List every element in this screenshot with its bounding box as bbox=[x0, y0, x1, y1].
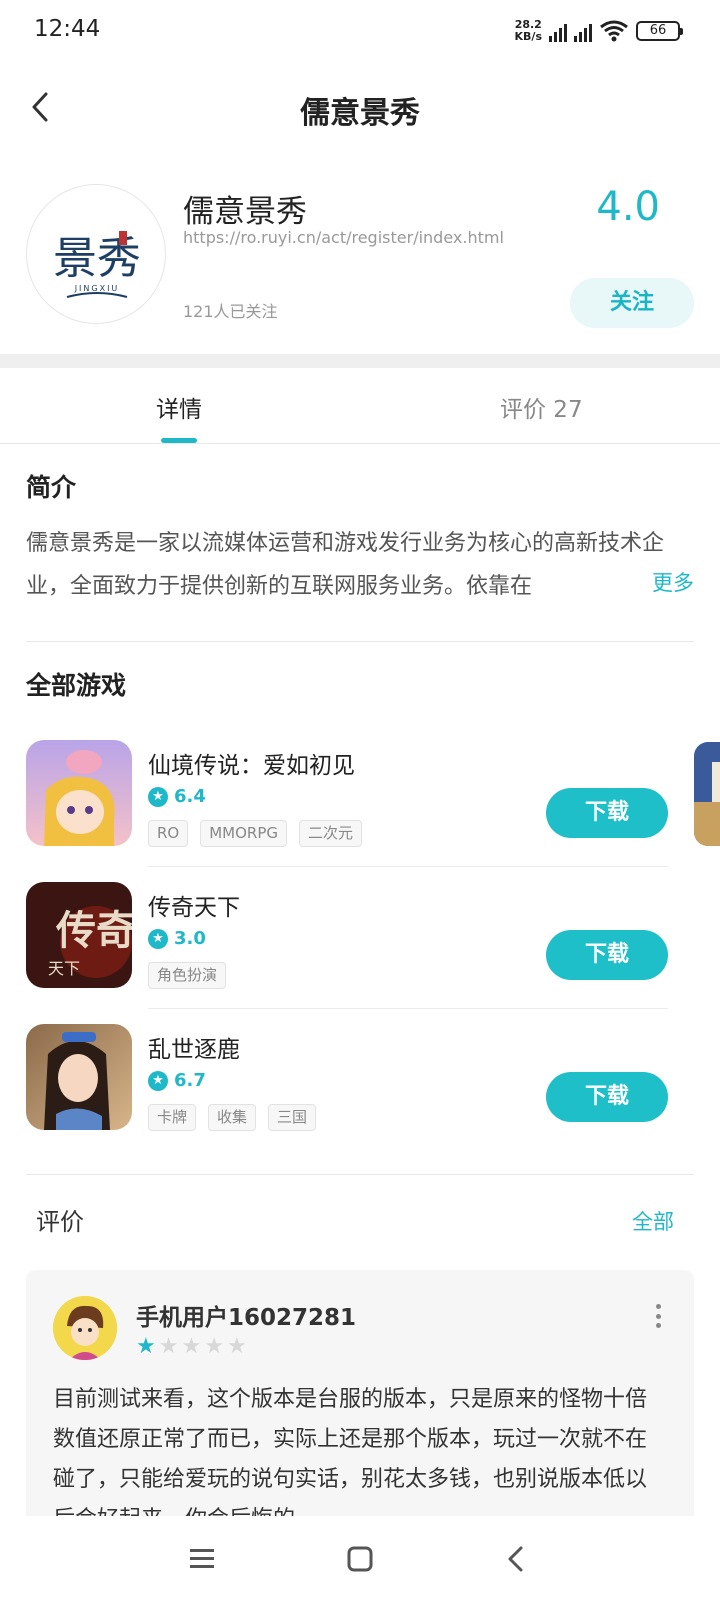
tab-reviews[interactable]: 评价 27 bbox=[500, 390, 583, 424]
game-tag: 二次元 bbox=[299, 820, 363, 847]
svg-text:传奇: 传奇 bbox=[55, 907, 132, 954]
page-title: 儒意景秀 bbox=[300, 96, 420, 131]
download-button[interactable]: 下载 bbox=[546, 930, 668, 980]
game-rating: 3.0 bbox=[148, 928, 206, 949]
back-icon[interactable] bbox=[504, 1544, 528, 1574]
system-nav-bar bbox=[0, 1516, 720, 1600]
star-icon: ★ bbox=[181, 1334, 202, 1359]
svg-text:JINGXIU: JINGXIU bbox=[74, 284, 120, 293]
game-icon-xianjing[interactable] bbox=[26, 740, 132, 846]
game-rating: 6.7 bbox=[148, 1070, 206, 1091]
star-icon: ★ bbox=[226, 1334, 247, 1359]
more-vertical-icon[interactable] bbox=[656, 1304, 662, 1328]
review-username[interactable]: 手机用户16027281 bbox=[136, 1298, 356, 1332]
game-icon-chuanqi[interactable]: 传奇 天下 bbox=[26, 882, 132, 988]
intro-more-link[interactable]: 更多 bbox=[624, 564, 694, 602]
developer-name: 儒意景秀 bbox=[183, 194, 307, 230]
game-icon-peek[interactable] bbox=[694, 742, 720, 846]
network-speed: 28.2 KB/s bbox=[515, 19, 542, 43]
tab-active-indicator bbox=[161, 438, 197, 443]
signal-icon bbox=[549, 20, 567, 42]
game-tag: RO bbox=[148, 820, 189, 847]
game-rating-value: 6.4 bbox=[174, 786, 206, 807]
menu-icon[interactable] bbox=[188, 1544, 216, 1574]
signal-icon-2 bbox=[574, 20, 592, 42]
game-tag: 卡牌 bbox=[148, 1104, 197, 1131]
status-time: 12:44 bbox=[34, 16, 101, 42]
review-star-rating: ★ ★ ★ ★ ★ bbox=[136, 1334, 247, 1359]
game-item[interactable]: 仙境传说：爱如初见 6.4 RO MMORPG 二次元 下载 bbox=[26, 740, 668, 882]
game-icon-luanshi[interactable] bbox=[26, 1024, 132, 1130]
battery-icon: 66 bbox=[636, 21, 683, 41]
intro-text: 儒意景秀是一家以流媒体运营和游戏发行业务为核心的高新技术企业，全面致力于提供创新… bbox=[26, 531, 665, 599]
review-text[interactable]: 目前测试来看，这个版本是台服的版本，只是原来的怪物十倍数值还原正常了而已，实际上… bbox=[53, 1380, 663, 1530]
game-name[interactable]: 乱世逐鹿 bbox=[148, 1030, 240, 1064]
star-icon: ★ bbox=[204, 1334, 224, 1359]
developer-rating: 4.0 bbox=[596, 184, 660, 230]
game-tags: 卡牌 收集 三国 bbox=[148, 1104, 317, 1131]
star-icon bbox=[148, 928, 168, 949]
game-rating-value: 6.7 bbox=[174, 1070, 206, 1091]
tab-details[interactable]: 详情 bbox=[156, 390, 202, 424]
games-section-title: 全部游戏 bbox=[26, 671, 127, 700]
svg-text:天下: 天下 bbox=[48, 959, 80, 978]
star-icon bbox=[148, 786, 168, 807]
game-tags: 角色扮演 bbox=[148, 962, 227, 989]
status-bar: 12:44 28.2 KB/s 66 bbox=[0, 0, 720, 64]
game-tag: 角色扮演 bbox=[148, 962, 227, 989]
section-separator bbox=[0, 354, 720, 368]
developer-logo: 景秀 JINGXIU bbox=[26, 184, 166, 324]
reviews-section-title: 评价 bbox=[36, 1208, 84, 1236]
divider bbox=[148, 1008, 668, 1009]
game-rating: 6.4 bbox=[148, 786, 206, 807]
game-item[interactable]: 乱世逐鹿 6.7 卡牌 收集 三国 下载 bbox=[26, 1024, 668, 1166]
game-tag: 收集 bbox=[208, 1104, 257, 1131]
status-icons: 28.2 KB/s 66 bbox=[515, 16, 683, 46]
wifi-icon bbox=[600, 20, 628, 42]
avatar[interactable] bbox=[53, 1296, 117, 1360]
game-rating-value: 3.0 bbox=[174, 928, 206, 949]
developer-profile: 景秀 JINGXIU 儒意景秀 https://ro.ruyi.cn/act/r… bbox=[0, 180, 720, 350]
home-icon[interactable] bbox=[346, 1544, 374, 1574]
divider bbox=[148, 866, 668, 867]
follower-count: 121人已关注 bbox=[183, 302, 278, 321]
tab-bar: 详情 评价 27 bbox=[0, 368, 720, 444]
game-tag: MMORPG bbox=[200, 820, 288, 847]
network-speed-unit: KB/s bbox=[514, 30, 542, 43]
divider bbox=[26, 641, 694, 642]
game-name[interactable]: 传奇天下 bbox=[148, 888, 240, 922]
star-icon: ★ bbox=[136, 1334, 156, 1359]
nav-bar: 儒意景秀 bbox=[0, 64, 720, 154]
divider bbox=[26, 1174, 694, 1175]
follow-button[interactable]: 关注 bbox=[570, 278, 694, 328]
game-item[interactable]: 传奇 天下 传奇天下 3.0 角色扮演 下载 bbox=[26, 882, 668, 1024]
star-icon: ★ bbox=[158, 1334, 179, 1359]
download-button[interactable]: 下载 bbox=[546, 788, 668, 838]
game-tags: RO MMORPG 二次元 bbox=[148, 820, 363, 847]
review-card: 手机用户16027281 ★ ★ ★ ★ ★ 目前测试来看，这个版本是台服的版本… bbox=[26, 1270, 694, 1530]
svg-text:景秀: 景秀 bbox=[53, 233, 141, 284]
game-name[interactable]: 仙境传说：爱如初见 bbox=[148, 746, 355, 780]
developer-url[interactable]: https://ro.ruyi.cn/act/register/index.ht… bbox=[183, 228, 504, 247]
reviews-all-link[interactable]: 全部 bbox=[632, 1206, 674, 1236]
download-button[interactable]: 下载 bbox=[546, 1072, 668, 1122]
star-icon bbox=[148, 1070, 168, 1091]
intro-title: 简介 bbox=[26, 473, 77, 502]
game-tag: 三国 bbox=[268, 1104, 317, 1131]
